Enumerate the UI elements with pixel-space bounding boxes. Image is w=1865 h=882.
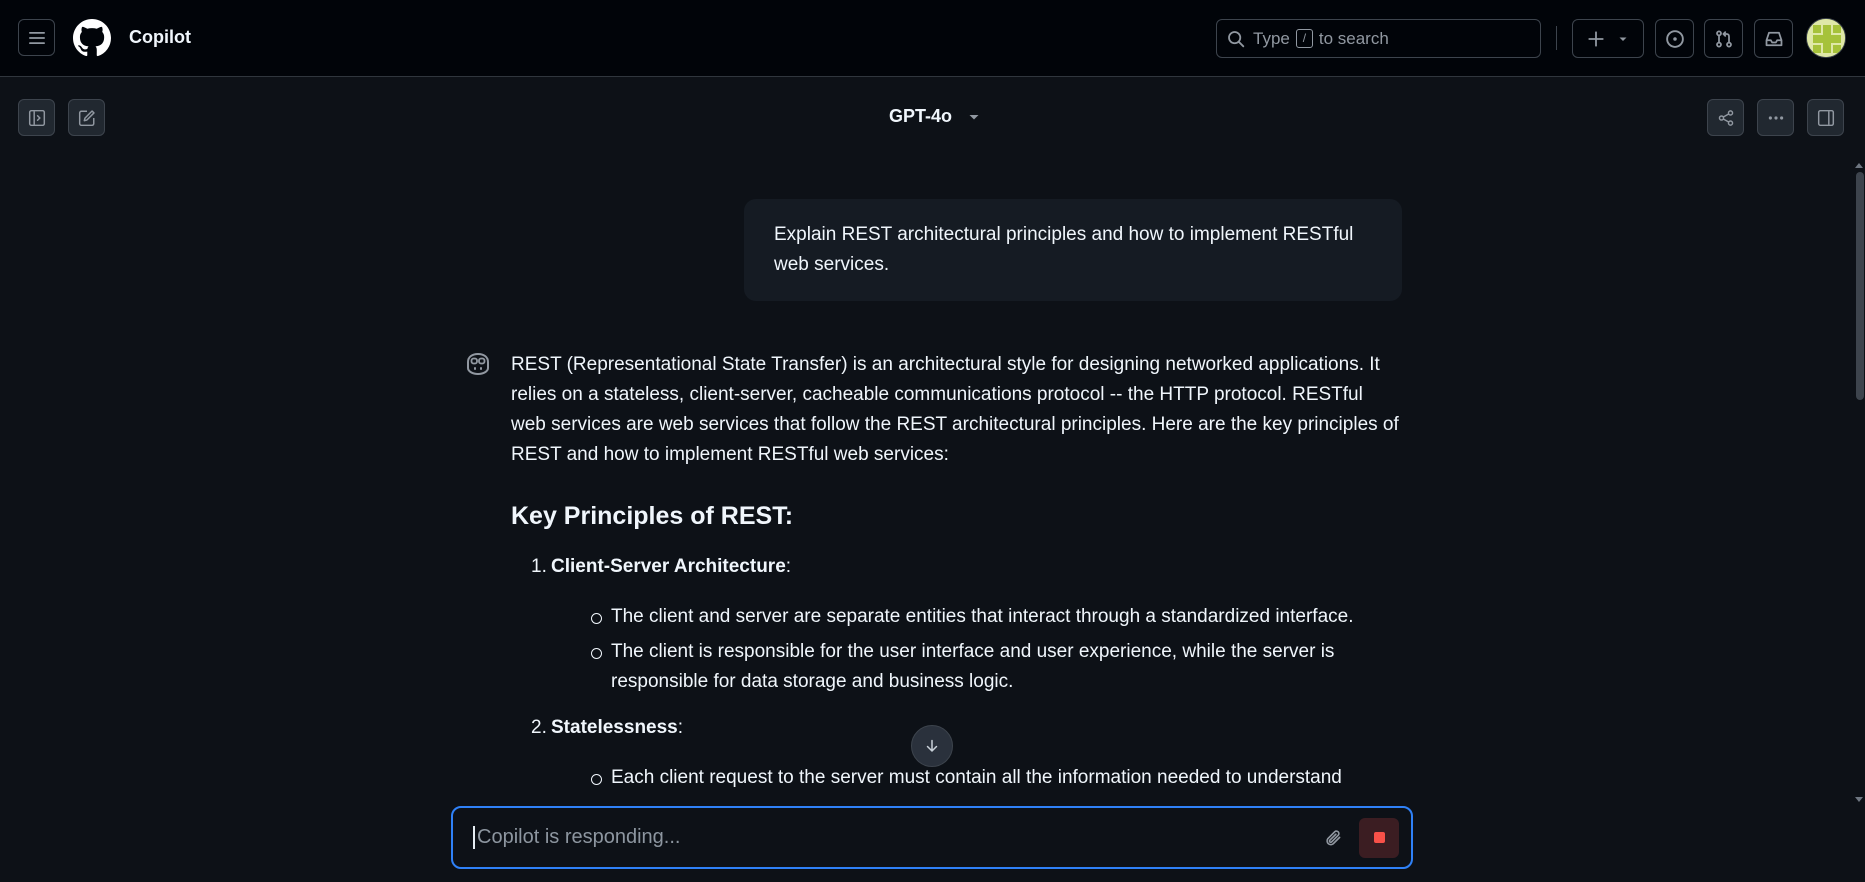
principle-bullet: The client is responsible for the user i…	[591, 637, 1401, 697]
git-pull-request-icon	[1715, 29, 1732, 47]
principle-item: 1. Client-Server Architecture : The clie…	[531, 552, 1401, 697]
attach-button[interactable]	[1319, 823, 1349, 853]
hamburger-icon	[28, 31, 45, 44]
scroll-to-bottom-button[interactable]	[911, 725, 953, 767]
scroll-down-arrow[interactable]	[1855, 797, 1863, 802]
search-icon	[1228, 30, 1245, 47]
issue-opened-icon	[1665, 29, 1684, 48]
plus-icon	[1588, 30, 1604, 47]
stop-generating-button[interactable]	[1359, 817, 1399, 858]
more-options-button[interactable]	[1757, 99, 1794, 136]
triangle-down-icon	[1619, 37, 1627, 41]
github-logo-icon[interactable]	[73, 19, 111, 57]
triangle-down-icon	[969, 114, 979, 119]
toggle-panel-button[interactable]	[1807, 99, 1844, 136]
search-prefix: Type	[1253, 28, 1290, 48]
search-input[interactable]: Type / to search	[1216, 19, 1541, 58]
kebab-horizontal-icon	[1768, 115, 1783, 120]
chat-input[interactable]	[473, 826, 1319, 849]
scrollbar-thumb[interactable]	[1856, 172, 1864, 400]
share-button[interactable]	[1707, 99, 1744, 136]
principle-item: 2. Statelessness : Each client request t…	[531, 713, 1401, 793]
chat-composer	[451, 806, 1413, 869]
user-message: Explain REST architectural principles an…	[744, 199, 1402, 301]
header-divider	[1556, 26, 1557, 50]
principle-suffix: :	[785, 556, 792, 577]
share-icon	[1718, 109, 1733, 126]
model-name: GPT-4o	[889, 106, 953, 126]
search-shortcut-key: /	[1295, 29, 1313, 48]
identicon-icon	[1807, 19, 1845, 57]
inbox-button[interactable]	[1754, 19, 1793, 58]
pull-requests-button[interactable]	[1704, 19, 1743, 58]
assistant-intro: REST (Representational State Transfer) i…	[511, 354, 1399, 465]
principle-title: Statelessness	[551, 717, 678, 738]
new-chat-button[interactable]	[68, 99, 105, 136]
sidebar-expand-icon	[28, 109, 45, 126]
issues-button[interactable]	[1655, 19, 1694, 58]
principle-number: 2.	[531, 717, 547, 738]
stop-icon	[1373, 832, 1385, 843]
model-picker[interactable]: GPT-4o	[889, 106, 980, 127]
assistant-message: REST (Representational State Transfer) i…	[511, 350, 1401, 809]
principle-bullet: The client and server are separate entit…	[591, 602, 1401, 632]
global-header: Copilot Type / to search	[0, 0, 1865, 77]
search-placeholder: Type / to search	[1253, 29, 1389, 49]
principle-title: Client-Server Architecture	[551, 556, 786, 577]
inbox-icon	[1765, 31, 1782, 46]
principle-bullet: Each client request to the server must c…	[591, 763, 1401, 793]
sidebar-collapse-icon	[1817, 109, 1834, 126]
arrow-down-icon	[926, 739, 938, 752]
pencil-square-icon	[78, 109, 95, 126]
paperclip-icon	[1326, 829, 1341, 845]
copilot-icon	[467, 352, 489, 376]
search-suffix: to search	[1318, 28, 1389, 48]
app-title[interactable]: Copilot	[129, 27, 191, 48]
open-navigation-button[interactable]	[18, 19, 55, 56]
user-avatar[interactable]	[1806, 18, 1846, 58]
toggle-sidebar-button[interactable]	[18, 99, 55, 136]
scroll-up-arrow[interactable]	[1855, 163, 1863, 168]
principle-number: 1.	[531, 556, 547, 577]
principle-suffix: :	[677, 717, 684, 738]
create-new-button[interactable]	[1572, 19, 1644, 58]
section-heading: Key Principles of REST:	[511, 502, 794, 530]
